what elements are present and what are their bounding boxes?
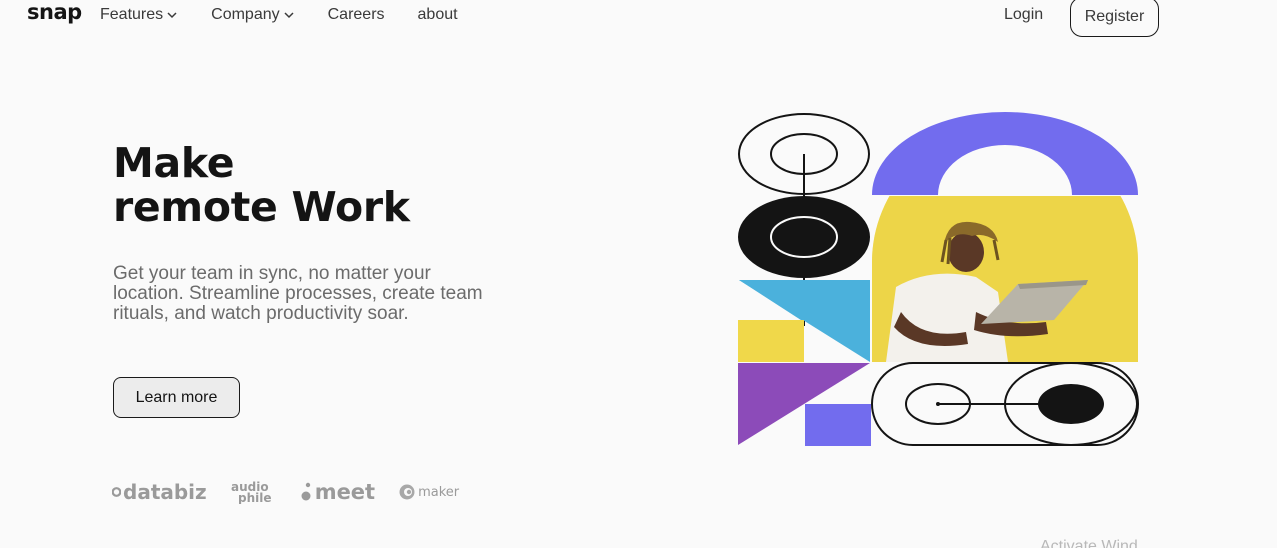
black-disc-shape	[1038, 384, 1104, 424]
os-watermark: Activate Wind	[1040, 538, 1138, 548]
hero-title: Make remote Work	[113, 141, 410, 229]
blue-triangle-shape	[739, 280, 804, 322]
nav-item-about[interactable]: about	[418, 6, 458, 24]
login-link[interactable]: Login	[1004, 6, 1043, 24]
main-nav: Features Company Careers about	[100, 6, 491, 24]
register-button[interactable]: Register	[1070, 0, 1159, 37]
client-name: databiz	[123, 480, 207, 504]
nav-item-label: about	[417, 6, 458, 23]
brand-logo[interactable]: snap	[27, 0, 82, 24]
nav-item-features[interactable]: Features	[100, 6, 178, 24]
hero-description: Get your team in sync, no matter your lo…	[113, 263, 483, 324]
hero-title-line1: Make	[113, 139, 235, 187]
chevron-down-icon	[284, 12, 294, 19]
audiophile-logo-line2: phile	[238, 491, 272, 504]
hero-title-line2: remote Work	[113, 183, 410, 231]
hero-illustration	[738, 112, 1139, 446]
client-name: maker	[418, 484, 460, 500]
nav-item-label: Company	[211, 6, 280, 23]
client-meet: meet	[301, 480, 375, 504]
nav-item-label: Careers	[327, 6, 385, 23]
client-maker: maker	[398, 480, 459, 504]
databiz-icon	[112, 487, 121, 497]
purple-arch-shape	[872, 112, 1138, 195]
client-databiz: databiz	[112, 480, 207, 504]
nav-item-careers[interactable]: Careers	[328, 6, 385, 24]
learn-more-button[interactable]: Learn more	[113, 377, 240, 418]
audiophile-logo: audio phile	[231, 480, 272, 504]
person-photo	[872, 196, 1138, 362]
purple-square-shape	[805, 404, 871, 446]
nav-item-company[interactable]: Company	[211, 6, 294, 24]
client-logos: databiz audio phile meet maker	[112, 480, 482, 504]
black-disc-shape	[738, 196, 870, 278]
nav-item-label: Features	[100, 6, 164, 23]
maker-icon	[399, 484, 415, 500]
chevron-down-icon	[167, 12, 177, 19]
client-name: meet	[314, 480, 376, 504]
yellow-square-shape	[738, 320, 804, 362]
meet-icon	[301, 482, 311, 501]
client-audiophile: audio phile	[230, 480, 278, 504]
